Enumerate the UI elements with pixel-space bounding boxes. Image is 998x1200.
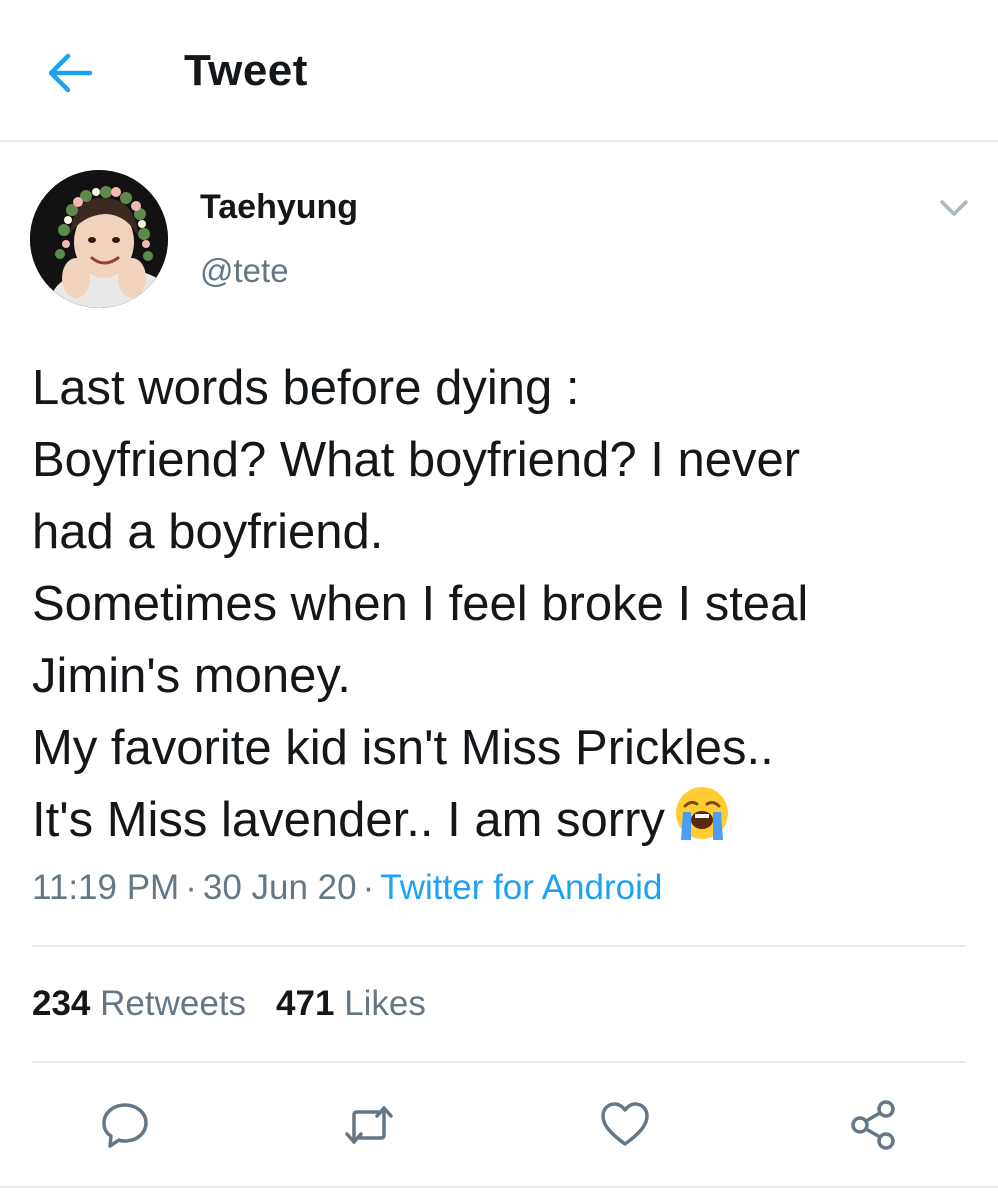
tweet-line-text: It's Miss lavender.. I am sorry — [32, 793, 665, 847]
chevron-down-icon — [940, 200, 968, 216]
author-handle[interactable]: @tete — [200, 252, 289, 290]
share-icon — [851, 1100, 895, 1150]
reply-icon — [102, 1103, 148, 1148]
tweet-stats: 234 Retweets 471 Likes — [32, 984, 426, 1024]
likes-count: 471 — [276, 984, 335, 1023]
retweets-stat[interactable]: 234 Retweets — [32, 984, 246, 1023]
retweets-label: Retweets — [100, 984, 247, 1023]
tweet-options-button[interactable] — [936, 196, 972, 220]
meta-separator: · — [362, 868, 375, 907]
divider — [32, 945, 966, 947]
tweet-source-link[interactable]: Twitter for Android — [380, 868, 662, 907]
back-button[interactable] — [44, 50, 96, 96]
like-heart-icon — [601, 1102, 649, 1146]
author-display-name[interactable]: Taehyung — [200, 188, 358, 227]
top-app-bar: Tweet — [0, 0, 998, 142]
tweet-timestamp: 11:19 PM · 30 Jun 20 · Twitter for Android — [32, 868, 662, 908]
tweet-time: 11:19 PM — [32, 868, 180, 907]
reply-button[interactable] — [98, 1098, 152, 1152]
retweets-count: 234 — [32, 984, 91, 1023]
likes-stat[interactable]: 471 Likes — [276, 984, 426, 1023]
tweet-last-line: It's Miss lavender.. I am sorry — [32, 784, 972, 856]
like-button[interactable] — [598, 1098, 652, 1152]
likes-label: Likes — [344, 984, 426, 1023]
tweet-line: had a boyfriend. — [32, 505, 384, 559]
tweet-line: My favorite kid isn't Miss Prickles.. — [32, 721, 774, 775]
profile-photo-avatar — [30, 170, 168, 308]
divider — [0, 1186, 998, 1188]
divider — [32, 1061, 966, 1063]
tweet-line: Last words before dying : — [32, 361, 580, 415]
retweet-icon — [345, 1106, 393, 1144]
tweet-line: Sometimes when I feel broke I steal — [32, 577, 809, 631]
retweet-button[interactable] — [342, 1098, 396, 1152]
arrow-left-icon — [48, 53, 93, 93]
meta-separator: · — [185, 868, 197, 907]
tweet-text: Last words before dying : Boyfriend? Wha… — [32, 352, 972, 856]
tweet-line: Jimin's money. — [32, 649, 351, 703]
loudly-crying-face-emoji — [673, 784, 731, 842]
tweet-date: 30 Jun 20 — [202, 868, 357, 907]
share-button[interactable] — [846, 1098, 900, 1152]
avatar[interactable] — [30, 170, 168, 308]
page-title: Tweet — [184, 46, 308, 95]
tweet-line: Boyfriend? What boyfriend? I never — [32, 433, 801, 487]
